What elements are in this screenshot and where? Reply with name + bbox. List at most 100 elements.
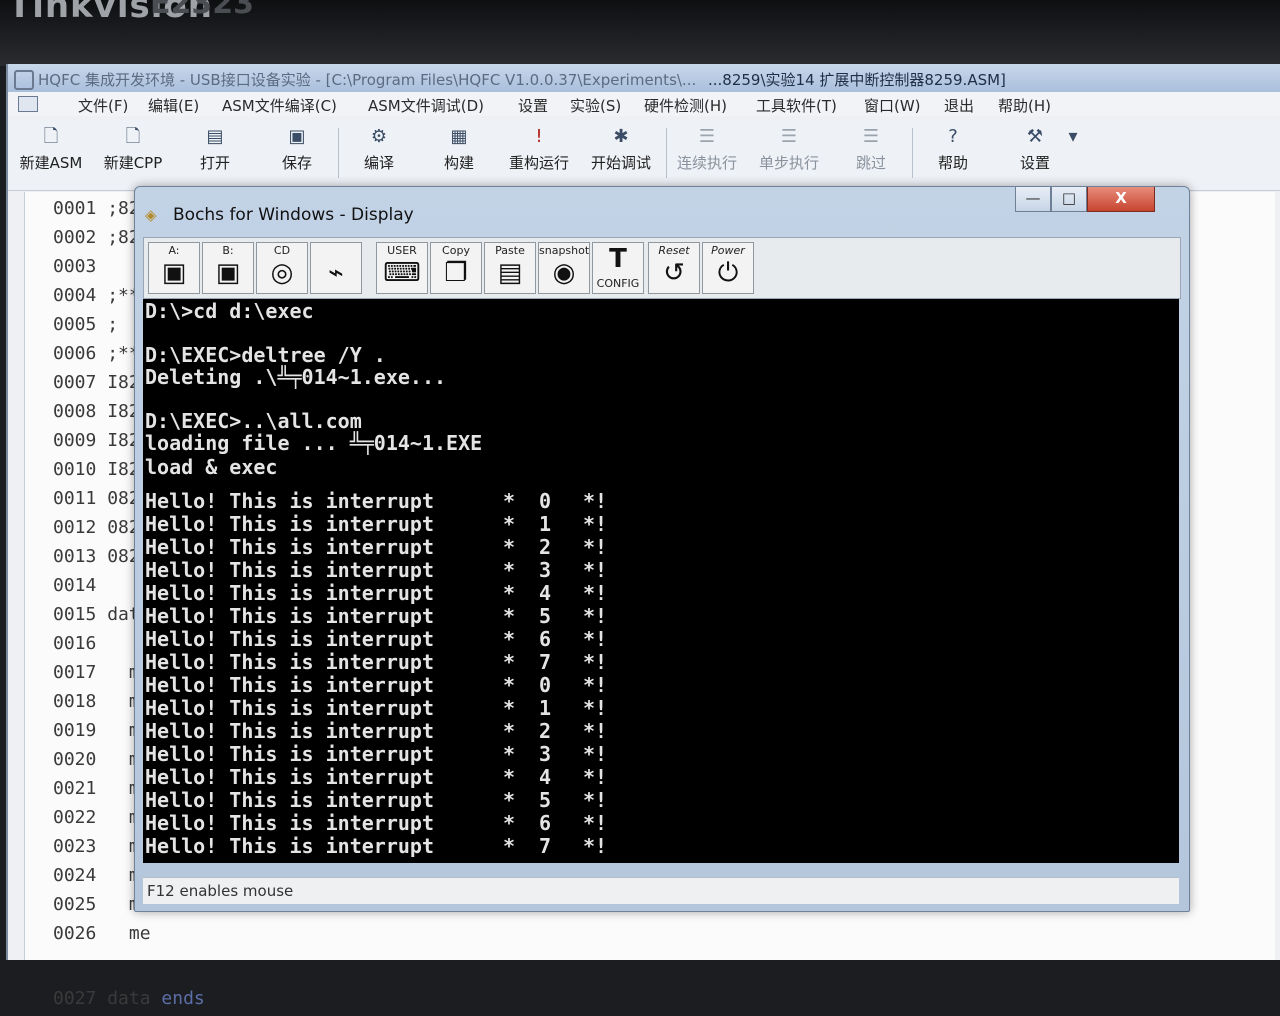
- interrupt-text: Hello! This is interrupt: [145, 650, 434, 674]
- minimize-button[interactable]: —: [1015, 187, 1051, 212]
- floppy-a-icon: ▣: [161, 258, 187, 288]
- bochs-display-window: ◈ Bochs for Windows - Display — □ X A: ▣ …: [134, 186, 1190, 912]
- console-line: D:\EXEC>..\all.com: [145, 409, 362, 433]
- interrupt-number: 0: [539, 673, 552, 697]
- interrupt-number: 4: [539, 765, 552, 789]
- menu-asm-compile[interactable]: ASM文件编译(C): [222, 95, 337, 116]
- floppy-a-button[interactable]: A: ▣: [148, 242, 200, 294]
- config-button[interactable]: CONFIG T: [592, 242, 644, 294]
- interrupt-star: *: [503, 512, 516, 536]
- interrupt-end: *!: [583, 696, 608, 720]
- toolbar-overflow-button[interactable]: ▾: [1058, 126, 1088, 152]
- bochs-app-icon: ◈: [145, 206, 157, 224]
- save-icon: ▣: [288, 126, 306, 147]
- line-number: 0010: [53, 459, 97, 480]
- save-button[interactable]: ▣ 保存: [260, 126, 334, 173]
- interrupt-text: Hello! This is interrupt: [145, 696, 434, 720]
- line-code: data: [107, 988, 151, 1009]
- skip-button[interactable]: ☰ 跳过: [834, 126, 908, 173]
- floppy-b-button[interactable]: B: ▣: [202, 242, 254, 294]
- console-line: Deleting .\╩╤014~1.exe...: [145, 365, 447, 389]
- menu-bar: 文件(F) 编辑(E) ASM文件编译(C) ASM文件调试(D) 设置 实验(…: [8, 92, 1280, 116]
- paste-icon: ▤: [497, 258, 523, 288]
- line-number: 0013: [53, 546, 97, 567]
- interrupt-end: *!: [583, 742, 608, 766]
- menu-edit[interactable]: 编辑(E): [148, 95, 199, 116]
- build-button[interactable]: ▦ 构建: [422, 126, 496, 173]
- open-button[interactable]: ▤ 打开: [178, 126, 252, 173]
- editor-line: 0012 082: [53, 517, 140, 545]
- help-button[interactable]: ? 帮助: [916, 126, 990, 173]
- menu-window[interactable]: 窗口(W): [864, 95, 921, 116]
- compile-button[interactable]: ⚙ 编译: [342, 126, 416, 173]
- interrupt-star: *: [503, 811, 516, 835]
- editor-line: 0015 dat: [53, 604, 140, 632]
- start-debug-button[interactable]: ✱ 开始调试: [584, 126, 658, 173]
- cdrom-button[interactable]: CD ◎: [256, 242, 308, 294]
- bochs-toolbar: A: ▣ B: ▣ CD ◎ ⌁ USER ⌨ Copy ❐ Paste ▤ snapsho…: [143, 237, 1181, 299]
- interrupt-end: *!: [583, 788, 608, 812]
- editor-line: 0014: [53, 575, 96, 603]
- mouse-button[interactable]: ⌁: [310, 242, 362, 294]
- toolbar-separator: [666, 128, 667, 178]
- system-menu-icon[interactable]: [18, 96, 38, 112]
- step-button[interactable]: ☰ 单步执行: [752, 126, 826, 173]
- power-button[interactable]: Power ⏻: [702, 242, 754, 294]
- rebuild-run-button[interactable]: ! 重构运行: [502, 126, 576, 173]
- interrupt-star: *: [503, 788, 516, 812]
- console-line: loading file ... ╩╤014~1.EXE: [145, 431, 483, 455]
- rebuild-run-icon: !: [535, 126, 543, 147]
- interrupt-text: Hello! This is interrupt: [145, 765, 434, 789]
- menu-asm-debug[interactable]: ASM文件调试(D): [368, 95, 484, 116]
- interrupt-end: *!: [583, 604, 608, 628]
- copy-icon: ❐: [444, 258, 468, 288]
- interrupt-text: Hello! This is interrupt: [145, 719, 434, 743]
- continue-button[interactable]: ☰ 连续执行: [670, 126, 744, 173]
- menu-file[interactable]: 文件(F): [78, 95, 128, 116]
- copy-button[interactable]: Copy ❐: [430, 242, 482, 294]
- interrupt-star: *: [503, 535, 516, 559]
- dos-console[interactable]: D:\>cd d:\exec D:\EXEC>deltree /Y . Deleti…: [143, 299, 1179, 863]
- interrupt-end: *!: [583, 673, 608, 697]
- cdrom-icon: ◎: [270, 258, 294, 288]
- close-button[interactable]: X: [1087, 187, 1155, 212]
- menu-exit[interactable]: 退出: [944, 95, 974, 116]
- line-number: 0027: [53, 988, 97, 1009]
- interrupt-number: 4: [539, 581, 552, 605]
- editor-line: 0016: [53, 633, 96, 661]
- interrupt-star: *: [503, 673, 516, 697]
- interrupt-text: Hello! This is interrupt: [145, 627, 434, 651]
- skip-icon: ☰: [862, 126, 880, 147]
- bochs-title: Bochs for Windows - Display: [173, 205, 414, 225]
- menu-experiment[interactable]: 实验(S): [570, 95, 621, 116]
- line-number: 0026: [53, 923, 97, 944]
- user-button[interactable]: USER ⌨: [376, 242, 428, 294]
- line-number: 0020: [53, 749, 97, 770]
- new-cpp-button[interactable]: 🗋 新建CPP: [96, 126, 170, 173]
- snapshot-button[interactable]: snapshot ◉: [538, 242, 590, 294]
- interrupt-number: 2: [539, 535, 552, 559]
- reset-button[interactable]: Reset ↺: [648, 242, 700, 294]
- menu-hardware-check[interactable]: 硬件检测(H): [644, 95, 727, 116]
- toolbar-separator: [912, 128, 913, 178]
- power-icon: ⏻: [717, 258, 739, 288]
- ide-titlebar[interactable]: HQFC 集成开发环境 - USB接口设备实验 - [C:\Program Fi…: [8, 64, 1280, 92]
- line-code: ;: [107, 314, 119, 335]
- interrupt-end: *!: [583, 627, 608, 651]
- ide-toolbar: 🗋 新建ASM 🗋 新建CPP ▤ 打开 ▣ 保存 ⚙ 编译 ▦ 构建 ! 重构运行 ✱ 开始调…: [8, 120, 1280, 191]
- interrupt-text: Hello! This is interrupt: [145, 742, 434, 766]
- floppy-b-icon: ▣: [215, 258, 241, 288]
- chevron-down-icon: ▾: [1068, 126, 1078, 147]
- new-asm-button[interactable]: 🗋 新建ASM: [14, 126, 88, 173]
- menu-tools[interactable]: 工具软件(T): [756, 95, 837, 116]
- menu-settings[interactable]: 设置: [518, 95, 548, 116]
- maximize-button[interactable]: □: [1051, 187, 1087, 212]
- interrupt-number: 3: [539, 558, 552, 582]
- line-number: 0016: [53, 633, 97, 654]
- interrupt-end: *!: [583, 535, 608, 559]
- monitor-model: E2323: [150, 0, 254, 21]
- line-number: 0017: [53, 662, 97, 683]
- menu-help[interactable]: 帮助(H): [998, 95, 1051, 116]
- paste-button[interactable]: Paste ▤: [484, 242, 536, 294]
- editor-line: 0009 I82: [53, 430, 140, 458]
